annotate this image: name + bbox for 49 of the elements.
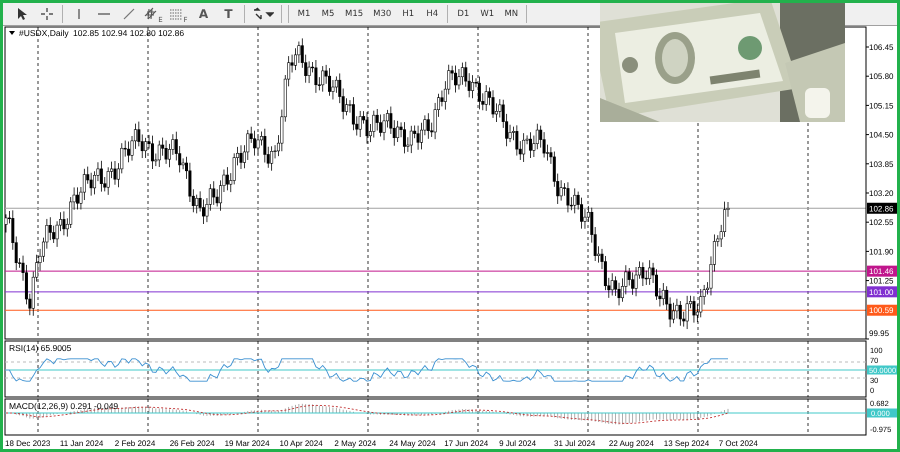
- date-axis-label: 26 Feb 2024: [170, 439, 215, 448]
- text-tool-button[interactable]: A: [191, 4, 216, 24]
- price-axis-label: 103.85: [869, 160, 894, 169]
- date-axis-label: 17 Jun 2024: [444, 439, 488, 448]
- timeframe-button[interactable]: M15: [340, 4, 368, 24]
- price-tag: 102.86: [867, 202, 897, 214]
- date-axis-label: 9 Jul 2024: [499, 439, 536, 448]
- timeframe-button[interactable]: W1: [475, 4, 500, 24]
- symbol-label: #USDX,Daily: [19, 28, 69, 38]
- price-axis-label: 105.15: [869, 101, 894, 110]
- date-axis-label: 13 Sep 2024: [664, 439, 710, 448]
- timeframe-button[interactable]: H4: [420, 4, 444, 24]
- timeframe-button[interactable]: MN: [499, 4, 524, 24]
- fibonacci-icon[interactable]: [169, 7, 184, 21]
- ohlc-readout: 102.85 102.94 102.80 102.86: [73, 28, 184, 38]
- price-axis-label: 105.80: [869, 72, 894, 82]
- date-axis-label: 18 Dec 2023: [5, 439, 50, 448]
- price-axis-label: 102.55: [869, 218, 894, 228]
- date-axis-label: 7 Oct 2024: [718, 439, 758, 448]
- collapse-triangle-icon[interactable]: [9, 31, 15, 35]
- textlabel-tool-button[interactable]: T: [216, 4, 241, 24]
- macd-label: MACD(12,26,9) 0.291 -0.049: [9, 401, 118, 411]
- price-axis-label: 101.90: [869, 247, 894, 256]
- timeframe-button[interactable]: H1: [396, 4, 420, 24]
- price-tag: 101.00: [867, 286, 897, 298]
- price-axis-label: 101.25: [869, 276, 894, 286]
- crosshair-icon[interactable]: [40, 7, 54, 21]
- date-axis-label: 31 Jul 2024: [554, 439, 596, 448]
- timeframe-button[interactable]: M5: [316, 4, 340, 24]
- date-axis-label: 2 Feb 2024: [114, 439, 156, 448]
- rsi-label: RSI(14) 65.9005: [9, 343, 72, 353]
- price-axis-label: 99.95: [869, 329, 890, 338]
- date-axis-label: 11 Jan 2024: [60, 439, 104, 448]
- date-axis-label: 2 May 2024: [334, 439, 376, 448]
- price-axis-label: 104.50: [869, 130, 894, 140]
- timeframe-button[interactable]: D1: [451, 4, 476, 24]
- price-axis-label: 103.20: [869, 189, 894, 198]
- date-axis-label: 22 Aug 2024: [608, 439, 654, 448]
- date-axis-label: 10 Apr 2024: [280, 439, 323, 448]
- price-axis-label: 106.45: [869, 43, 894, 52]
- trendline-icon[interactable]: [122, 7, 136, 21]
- timeframe-button[interactable]: M30: [368, 4, 396, 24]
- arrows-icon[interactable]: [252, 7, 274, 21]
- timeframe-button[interactable]: M1: [292, 4, 316, 24]
- channel-icon[interactable]: [144, 7, 158, 21]
- price-tag: 100.59: [867, 304, 897, 316]
- date-axis-label: 19 Mar 2024: [224, 439, 270, 448]
- date-axis-label: 24 May 2024: [389, 439, 436, 448]
- price-tag: 101.46: [867, 266, 897, 277]
